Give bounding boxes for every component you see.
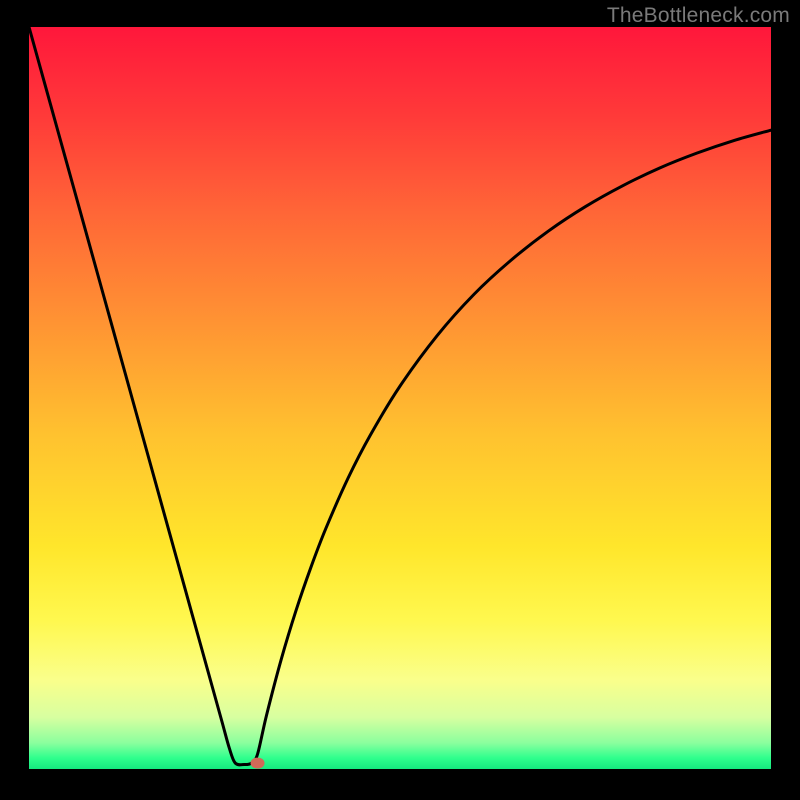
bottleneck-chart xyxy=(29,27,771,769)
optimal-point-marker xyxy=(251,758,265,769)
watermark-text: TheBottleneck.com xyxy=(607,4,790,28)
chart-frame xyxy=(29,27,771,769)
chart-background xyxy=(29,27,771,769)
